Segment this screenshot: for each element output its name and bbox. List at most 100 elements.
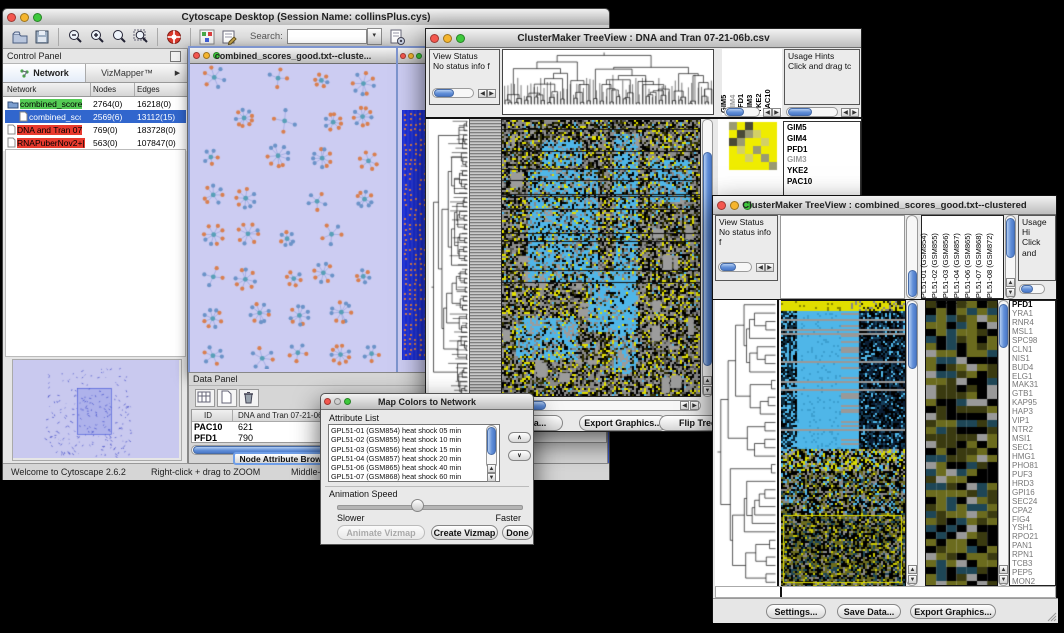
save-data-button[interactable]: Save Data... (837, 604, 901, 619)
row-dendrogram-canvas[interactable] (715, 300, 777, 586)
scroll-left-arrow[interactable]: ◀ (478, 89, 487, 98)
scrollbar-thumb[interactable] (703, 152, 712, 366)
attribute-list-item[interactable]: GPL51-07 (GSM868) heat shock 60 min (329, 472, 499, 481)
select-columns-icon[interactable] (195, 389, 215, 407)
network-view-titlebar[interactable]: combined_scores_good.txt--cluste... (190, 48, 396, 64)
matrix-row-label[interactable]: GIM3 (787, 155, 860, 166)
open-folder-icon[interactable] (11, 28, 29, 46)
attribute-list-item[interactable]: GPL51-03 (GSM856) heat shock 15 min (329, 445, 499, 454)
data-col-id[interactable]: ID (204, 411, 212, 420)
scroll-left-arrow[interactable]: ◀ (680, 401, 689, 410)
usage-hints-scrollbar[interactable] (786, 107, 838, 117)
view-status-scrollbar[interactable] (432, 88, 474, 98)
network-row[interactable]: DNA and Tran 07 769(0) 183728(0) (5, 123, 186, 136)
animate-vizmap-button[interactable]: Animate Vizmap (337, 525, 425, 540)
attribute-list-item[interactable]: GPL51-04 (GSM857) heat shock 20 min (329, 454, 499, 463)
network-row[interactable]: combined_scores 2764(0) 16218(0) (5, 97, 186, 110)
column-dendrogram-canvas[interactable] (503, 50, 713, 106)
heatmap-vscrollbar[interactable]: ▲ ▼ (906, 300, 918, 586)
matrix-row-label[interactable]: YKE2 (787, 166, 860, 177)
heatmap-canvas[interactable] (781, 301, 905, 586)
scroll-right-arrow[interactable]: ▶ (690, 401, 699, 410)
done-button[interactable]: Done (502, 525, 533, 540)
export-graphics-button[interactable]: Export Graphics... (910, 604, 996, 619)
column-dendrogram-panel[interactable] (502, 49, 714, 115)
scroll-down-arrow[interactable]: ▼ (999, 575, 1008, 584)
export-graphics-button[interactable]: Export Graphics... (579, 415, 667, 431)
row-dendrogram-canvas[interactable] (429, 119, 469, 397)
scroll-up-arrow[interactable]: ▲ (908, 565, 917, 574)
scroll-up-arrow[interactable]: ▲ (487, 464, 496, 473)
matrix-row-label[interactable]: GIM5 (787, 123, 860, 134)
attribute-list-item[interactable]: GPL51-01 (GSM854) heat shock 05 min (329, 426, 499, 435)
scrollbar-thumb[interactable] (487, 427, 496, 455)
scroll-left-arrow[interactable]: ◀ (763, 108, 772, 117)
main-titlebar[interactable]: Cytoscape Desktop (Session Name: collins… (3, 9, 609, 26)
scrollbar-thumb[interactable] (999, 304, 1008, 348)
network-overview-panel[interactable] (12, 359, 182, 461)
usage-hints-scrollbar[interactable] (1019, 284, 1045, 294)
zoom-fit-icon[interactable] (132, 28, 150, 46)
heatmap-canvas[interactable] (502, 120, 700, 396)
dialog-titlebar[interactable]: Map Colors to Network (321, 394, 533, 410)
scroll-down-arrow[interactable]: ▼ (703, 386, 712, 395)
scroll-up-arrow[interactable]: ▲ (1006, 278, 1015, 287)
new-attribute-icon[interactable] (217, 389, 237, 407)
row-dendrogram-panel[interactable] (715, 300, 779, 586)
col-edges[interactable]: Edges (137, 85, 160, 94)
resize-grip[interactable] (1045, 610, 1057, 622)
network-list-empty-area[interactable] (5, 149, 186, 357)
correlation-matrix-canvas[interactable] (727, 121, 779, 171)
zoom-heatmap-canvas[interactable] (926, 301, 997, 585)
minimize-button[interactable] (408, 53, 414, 59)
node-attribute-browser-button[interactable]: Node Attribute Brows (233, 452, 333, 465)
search-dropdown-button[interactable]: ▾ (367, 28, 382, 45)
overview-canvas[interactable] (13, 360, 179, 458)
array-labels-scrollbar[interactable]: ▲ ▼ (1005, 215, 1016, 299)
settings-button[interactable]: Settings... (766, 604, 826, 619)
heatmap-panel[interactable] (501, 119, 701, 397)
gene-label[interactable]: MON2 (1012, 578, 1055, 586)
scroll-down-arrow[interactable]: ▼ (908, 575, 917, 584)
zoom-selected-icon[interactable] (110, 28, 128, 46)
row-dendrogram-panel[interactable] (429, 119, 469, 397)
scrollbar-thumb[interactable] (908, 303, 917, 369)
scroll-left-arrow[interactable]: ◀ (756, 263, 765, 272)
zoom-button[interactable] (416, 53, 422, 59)
zoom-heatmap-panel[interactable] (925, 300, 998, 586)
tab-network[interactable]: Network (3, 64, 86, 82)
scroll-up-arrow[interactable]: ▲ (703, 376, 712, 385)
delete-attribute-icon[interactable] (239, 389, 259, 407)
col-nodes[interactable]: Nodes (93, 85, 116, 94)
zoom-vscrollbar[interactable]: ▲ ▼ (998, 300, 1009, 586)
data-col-attr[interactable]: DNA and Tran 07-21-06 (238, 411, 323, 420)
scroll-up-arrow[interactable]: ▲ (999, 565, 1008, 574)
close-button[interactable] (400, 53, 406, 59)
float-panel-icon[interactable] (170, 51, 181, 62)
move-up-button[interactable]: ∧ (508, 432, 531, 443)
panel-divider[interactable] (918, 300, 925, 586)
matrix-row-label[interactable]: GIM4 (787, 134, 860, 145)
column-labels-scrollbar[interactable] (724, 107, 760, 117)
scroll-down-arrow[interactable]: ▼ (1006, 288, 1015, 297)
scroll-down-arrow[interactable]: ▼ (487, 473, 496, 482)
network-view-canvas[interactable] (190, 64, 392, 369)
slider-thumb[interactable] (411, 499, 424, 512)
view-status-scrollbar[interactable] (718, 262, 752, 272)
tab-overflow-button[interactable]: ▶ (168, 64, 187, 82)
vizmapper-icon[interactable] (198, 28, 216, 46)
animation-speed-slider[interactable] (337, 505, 523, 510)
attribute-list-scrollbar[interactable] (486, 425, 497, 469)
move-down-button[interactable]: ∨ (508, 450, 531, 461)
attribute-list-item[interactable]: GPL51-06 (GSM865) heat shock 40 min (329, 463, 499, 472)
scrollbar-thumb[interactable] (1006, 218, 1015, 258)
create-vizmap-button[interactable]: Create Vizmap (431, 525, 498, 540)
scrollbar-thumb[interactable] (908, 270, 917, 297)
tab-vizmapper[interactable]: VizMapper™ (86, 64, 168, 82)
treeview2-titlebar[interactable]: ClusterMaker TreeView : combined_scores_… (713, 196, 1056, 215)
matrix-row-label[interactable]: PAC10 (787, 177, 860, 188)
col-network[interactable]: Network (7, 85, 36, 94)
matrix-row-label[interactable]: PFD1 (787, 145, 860, 156)
help-lifering-icon[interactable] (165, 28, 183, 46)
zoom-in-icon[interactable] (88, 28, 106, 46)
